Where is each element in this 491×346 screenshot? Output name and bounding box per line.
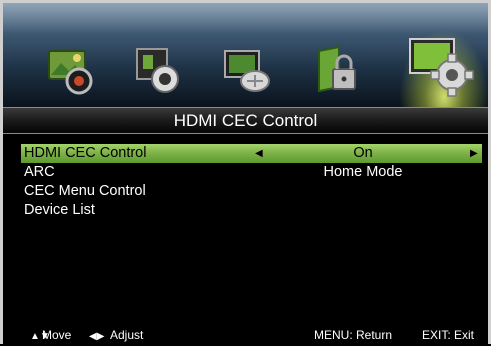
arrow-right-icon[interactable]: ▶ (470, 144, 478, 163)
menu-tab-bar (3, 3, 489, 109)
channel-icon[interactable] (219, 41, 277, 99)
menu-item-label: CEC Menu Control (24, 183, 146, 199)
picture-icon[interactable] (43, 41, 101, 99)
arrow-left-icon[interactable]: ◀ (255, 144, 263, 163)
menu-item-device-list[interactable]: Device List (21, 201, 482, 220)
exit-hint: EXIT: Exit (422, 328, 475, 342)
left-right-arrows-icon: ◀▶ (89, 331, 105, 342)
settings-menu: HDMI CEC Control ◀ On ▶ ARC Home Mode CE… (21, 144, 482, 220)
menu-item-hdmi-cec-control[interactable]: HDMI CEC Control ◀ On ▶ (21, 144, 482, 163)
menu-item-value: Home Mode (323, 164, 403, 180)
page-title: HDMI CEC Control (3, 107, 488, 134)
menu-item-cec-menu-control[interactable]: CEC Menu Control (21, 182, 482, 201)
menu-item-label: ARC (24, 164, 55, 180)
menu-return-hint: MENU: Return (314, 328, 393, 342)
setup-icon[interactable] (406, 29, 480, 103)
menu-item-value: On (353, 145, 373, 161)
menu-item-arc[interactable]: ARC Home Mode (21, 163, 482, 182)
lock-icon[interactable] (309, 41, 367, 99)
menu-item-label: HDMI CEC Control (24, 145, 147, 161)
menu-item-label: Device List (24, 202, 95, 218)
help-bar: ▲▼ Move ◀▶ Adjust MENU: Return EXIT: Exi… (3, 326, 488, 344)
move-hint-label: Move (42, 328, 72, 342)
adjust-hint-label: Adjust (110, 328, 144, 342)
sound-icon[interactable] (131, 41, 189, 99)
